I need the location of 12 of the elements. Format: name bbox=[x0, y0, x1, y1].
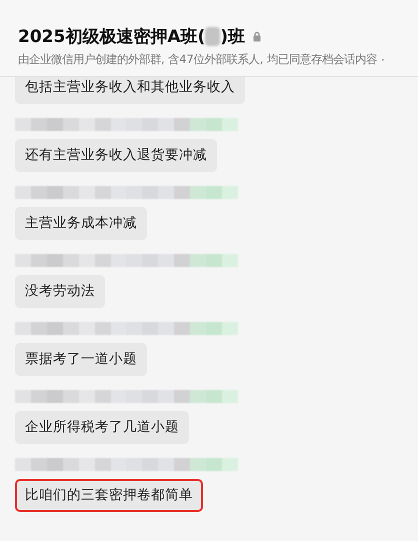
message-bubble: 没考劳动法 bbox=[15, 275, 105, 308]
blurred-text bbox=[205, 27, 220, 46]
message-bubble: 企业所得税考了几道小题 bbox=[15, 411, 189, 444]
group-title: 2025初级极速密押A班( bbox=[18, 26, 206, 48]
message-bubble: 还有主营业务收入退货要冲减 bbox=[15, 139, 217, 172]
group-description: 由企业微信用户创建的外部群, 含47位外部联系人, 均已同意存档会话内容 bbox=[18, 52, 377, 67]
message-bubble: 主营业务成本冲减 bbox=[15, 207, 147, 240]
message-bubble: 票据考了一道小题 bbox=[15, 343, 147, 376]
lock-icon bbox=[253, 31, 262, 42]
message-bubble: 比咱们的三套密押卷都简单 bbox=[15, 479, 203, 512]
more-indicator: · bbox=[380, 52, 385, 66]
group-title: )班 bbox=[220, 26, 246, 48]
